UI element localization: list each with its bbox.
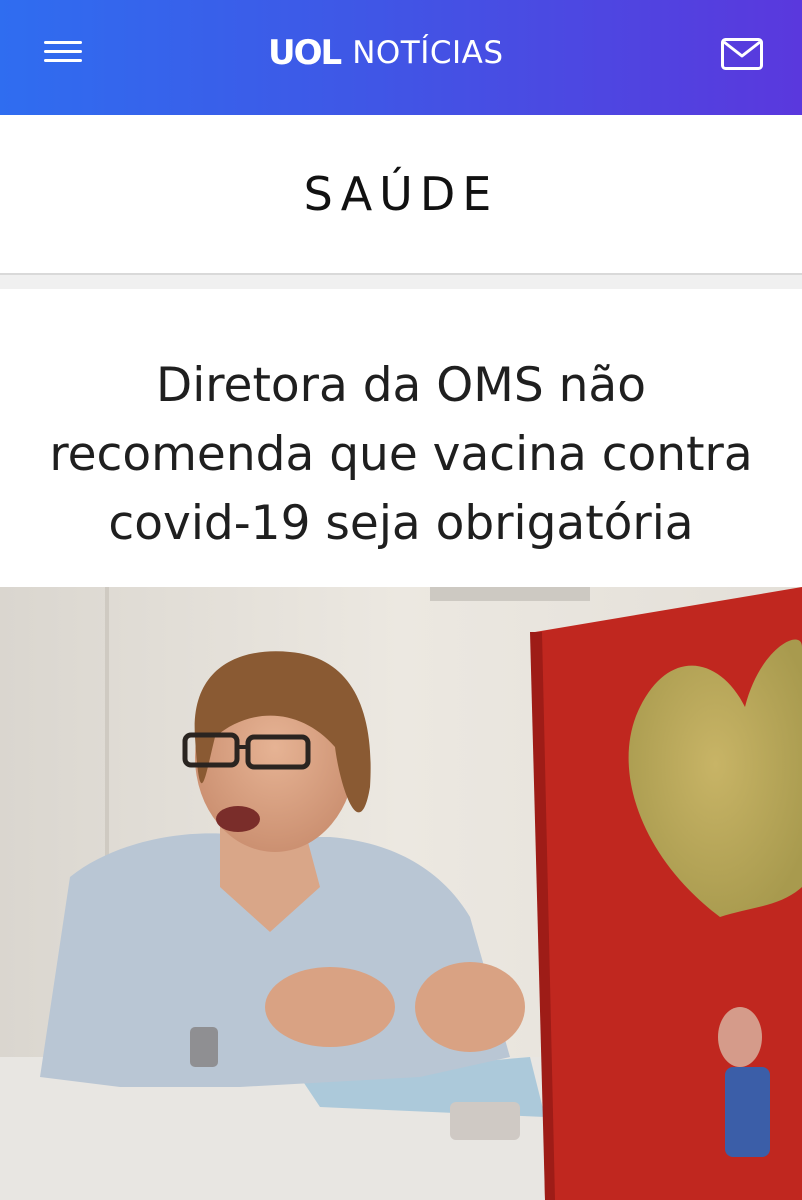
article-photo xyxy=(0,587,802,1200)
article-header: Diretora da OMS não recomenda que vacina… xyxy=(0,289,802,587)
spacer xyxy=(0,275,802,289)
article-headline[interactable]: Diretora da OMS não recomenda que vacina… xyxy=(20,351,782,558)
site-section-label: NOTÍCIAS xyxy=(352,35,504,71)
hamburger-menu-icon[interactable] xyxy=(44,38,82,66)
top-bar: UOL NOTÍCIAS xyxy=(0,0,802,115)
mail-envelope-icon[interactable] xyxy=(721,38,763,70)
brand[interactable]: UOL NOTÍCIAS xyxy=(268,30,504,76)
uol-logo: UOL xyxy=(268,33,342,73)
category-banner: SAÚDE xyxy=(0,115,802,273)
category-title: SAÚDE xyxy=(303,167,499,221)
